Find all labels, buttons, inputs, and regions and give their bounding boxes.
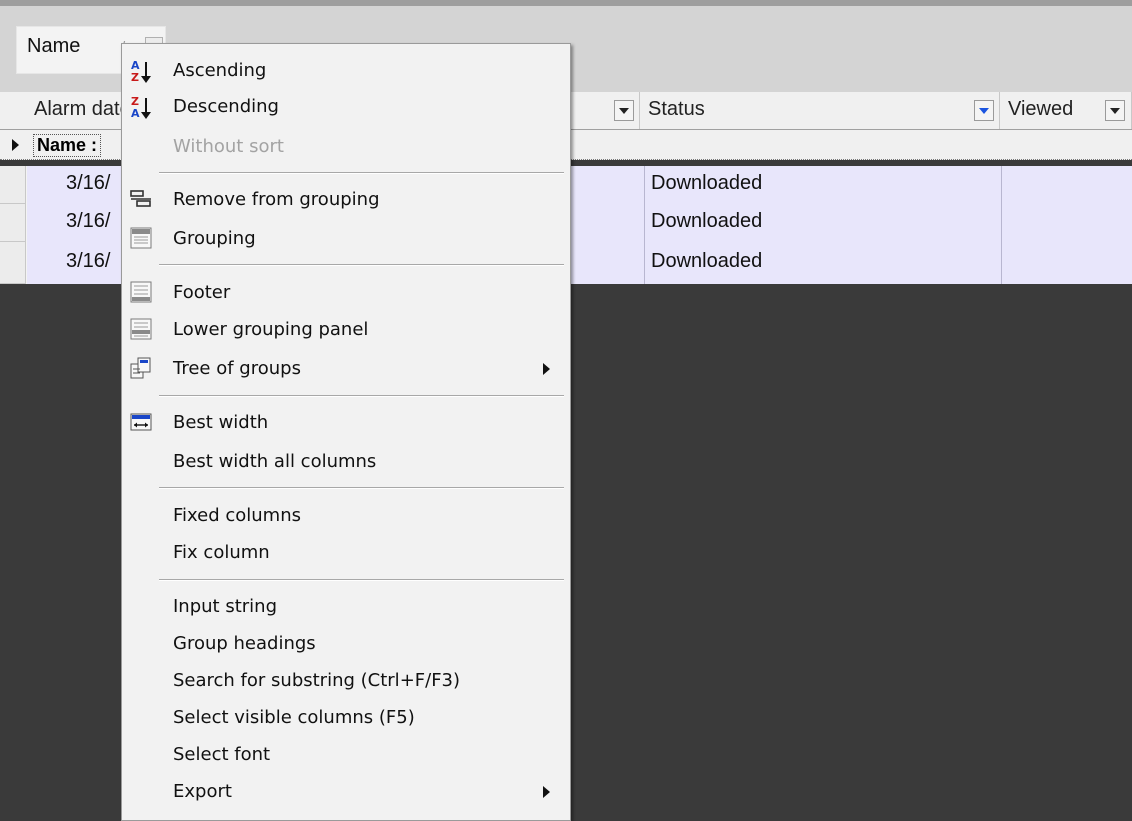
group-chip-label: Name: [27, 35, 81, 57]
sort-ascending-icon: A Z: [130, 59, 152, 84]
menu-item-label: Input string: [173, 596, 278, 617]
menu-item-label: Remove from grouping: [173, 189, 380, 210]
column-header-label: Viewed: [1008, 98, 1074, 120]
menu-item-label: Best width all columns: [173, 451, 377, 472]
status-cell: Downloaded: [644, 166, 1002, 204]
row-indicator[interactable]: [0, 166, 26, 204]
menu-item-label: Tree of groups: [173, 358, 301, 379]
menu-item-search-substring[interactable]: Search for substring (Ctrl+F/F3): [122, 663, 570, 699]
menu-item-label: Grouping: [173, 228, 256, 249]
status-cell: Downloaded: [644, 204, 1002, 242]
alarm-date-cell: 3/16/: [66, 250, 111, 272]
menu-item-label: Ascending: [173, 60, 267, 81]
menu-separator: [159, 487, 564, 489]
menu-item-label: Descending: [173, 96, 279, 117]
menu-item-footer[interactable]: Footer: [122, 275, 570, 311]
column-header-label: Status: [648, 98, 705, 120]
menu-item-label: Export: [173, 781, 232, 802]
alarm-date-filter-dropdown[interactable]: [614, 100, 634, 121]
menu-item-without-sort[interactable]: Without sort: [122, 129, 570, 165]
tree-of-groups-icon: [130, 357, 152, 379]
menu-item-label: Select visible columns (F5): [173, 707, 415, 728]
menu-separator: [159, 579, 564, 581]
row-indicator[interactable]: [0, 204, 26, 242]
column-header-status[interactable]: Status: [642, 92, 1000, 129]
sort-descending-icon: Z A: [130, 95, 152, 120]
menu-item-select-font[interactable]: Select font: [122, 737, 570, 773]
menu-item-remove-from-grouping[interactable]: Remove from grouping: [122, 182, 570, 218]
remove-grouping-icon: [130, 188, 152, 210]
menu-item-label: Lower grouping panel: [173, 319, 369, 340]
row-indicator[interactable]: [0, 242, 26, 284]
group-row-label: Name :: [33, 134, 102, 157]
menu-item-best-width[interactable]: Best width: [122, 405, 570, 441]
menu-item-label: Group headings: [173, 633, 316, 654]
lower-grouping-panel-icon: [130, 318, 152, 340]
alarm-date-cell: 3/16/: [66, 172, 111, 194]
menu-item-label: Without sort: [173, 136, 284, 157]
menu-item-tree-of-groups[interactable]: Tree of groups: [122, 351, 570, 387]
menu-item-label: Select font: [173, 744, 271, 765]
alarm-date-cell: 3/16/: [66, 210, 111, 232]
expand-arrow-icon[interactable]: [12, 139, 19, 151]
menu-item-descending[interactable]: Z A Descending: [122, 89, 570, 125]
context-menu: A Z Ascending Z A Descending Without sor…: [121, 43, 571, 821]
menu-separator: [159, 172, 564, 174]
viewed-filter-dropdown[interactable]: [1105, 100, 1125, 121]
menu-separator: [159, 264, 564, 266]
submenu-arrow-icon: [543, 363, 550, 375]
menu-item-lower-grouping-panel[interactable]: Lower grouping panel: [122, 312, 570, 348]
menu-item-label: Fixed columns: [173, 505, 302, 526]
footer-icon: [130, 281, 152, 303]
menu-item-fixed-columns[interactable]: Fixed columns: [122, 498, 570, 534]
menu-item-label: Fix column: [173, 542, 270, 563]
best-width-icon: [130, 411, 152, 433]
svg-text:Z: Z: [131, 71, 139, 84]
menu-item-fix-column[interactable]: Fix column: [122, 535, 570, 571]
menu-item-label: Search for substring (Ctrl+F/F3): [173, 670, 461, 691]
menu-item-group-headings[interactable]: Group headings: [122, 626, 570, 662]
menu-item-input-string[interactable]: Input string: [122, 589, 570, 625]
svg-text:A: A: [131, 107, 140, 120]
menu-item-export[interactable]: Export: [122, 774, 570, 810]
menu-item-best-width-all-columns[interactable]: Best width all columns: [122, 444, 570, 480]
status-filter-dropdown[interactable]: [974, 100, 994, 121]
menu-item-label: Footer: [173, 282, 231, 303]
menu-item-select-visible-columns[interactable]: Select visible columns (F5): [122, 700, 570, 736]
column-header-label: Alarm date: [34, 98, 131, 120]
menu-item-ascending[interactable]: A Z Ascending: [122, 53, 570, 89]
grouping-panel-icon: [130, 227, 152, 249]
status-cell: Downloaded: [644, 242, 1002, 284]
menu-separator: [159, 395, 564, 397]
submenu-arrow-icon: [543, 786, 550, 798]
menu-item-label: Best width: [173, 412, 269, 433]
menu-item-grouping[interactable]: Grouping: [122, 221, 570, 257]
